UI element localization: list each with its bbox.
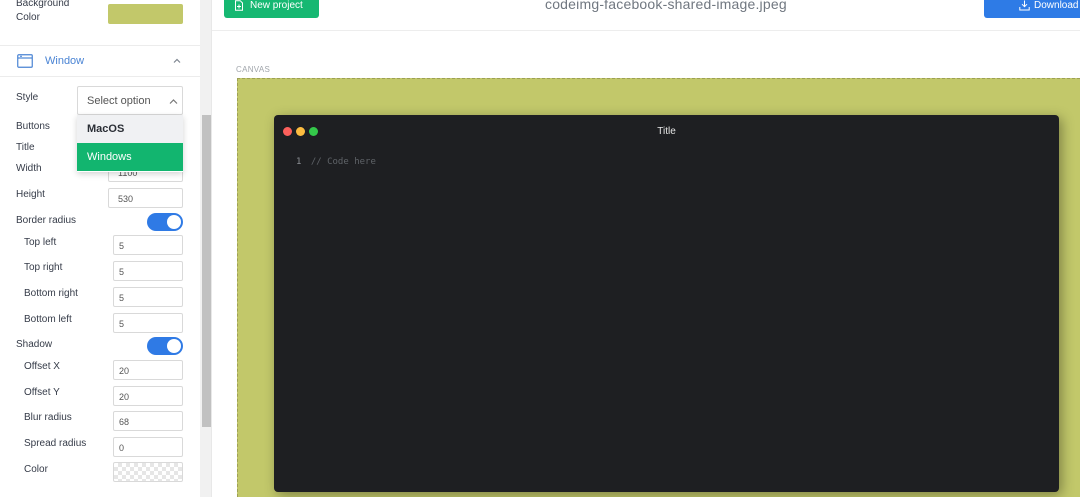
bottom-right-label: Bottom right (24, 288, 78, 299)
offset-y-label: Offset Y (24, 387, 60, 398)
code-window-title[interactable]: Title (274, 126, 1059, 137)
shadow-color-swatch[interactable] (113, 462, 183, 482)
border-radius-toggle[interactable] (147, 213, 183, 231)
sidebar-scrollbar-thumb[interactable] (202, 115, 211, 427)
bottom-right-input[interactable]: 5 (113, 287, 183, 307)
bottom-left-input[interactable]: 5 (113, 313, 183, 333)
bottom-left-label: Bottom left (24, 314, 72, 325)
new-project-label: New project (250, 0, 303, 11)
new-project-button[interactable]: New project (224, 0, 319, 18)
background-color-swatch[interactable] (108, 4, 183, 24)
style-option-macos[interactable]: MacOS (77, 115, 183, 143)
toggle-knob (167, 339, 181, 353)
line-number: 1 (296, 157, 302, 167)
height-label: Height (16, 189, 45, 200)
offset-y-input[interactable]: 20 (113, 386, 183, 406)
code-editor-line[interactable]: 1 // Code here (296, 157, 376, 167)
chevron-up-icon[interactable] (172, 56, 182, 66)
spread-radius-input[interactable]: 0 (113, 437, 183, 457)
download-button[interactable]: Download (984, 0, 1080, 18)
top-left-label: Top left (24, 237, 57, 248)
settings-sidebar: Background Color Window Style Select opt… (0, 0, 212, 497)
app-root: Background Color Window Style Select opt… (0, 0, 1080, 497)
window-section-title: Window (45, 55, 85, 67)
top-right-input[interactable]: 5 (113, 261, 183, 281)
code-comment: // Code here (310, 157, 376, 167)
top-right-label: Top right (24, 262, 63, 273)
canvas-label: CANVAS (236, 65, 271, 74)
buttons-label: Buttons (16, 121, 50, 132)
spread-radius-label: Spread radius (24, 438, 87, 449)
blur-radius-label: Blur radius (24, 412, 72, 423)
blur-radius-input[interactable]: 68 (113, 411, 183, 431)
border-radius-label: Border radius (16, 215, 77, 226)
style-dropdown: MacOS Windows (77, 115, 183, 172)
style-select-placeholder: Select option (87, 95, 151, 107)
width-label: Width (16, 163, 42, 174)
shadow-label: Shadow (16, 339, 53, 350)
title-label: Title (16, 142, 35, 153)
download-icon (1019, 0, 1030, 11)
offset-x-input[interactable]: 20 (113, 360, 183, 380)
code-window-preview[interactable]: Title 1 // Code here (274, 115, 1059, 492)
offset-x-label: Offset X (24, 361, 60, 372)
caret-up-icon (169, 99, 178, 104)
style-select[interactable]: Select option (77, 86, 183, 115)
window-icon (17, 54, 33, 68)
shadow-color-label: Color (24, 464, 48, 475)
style-option-windows[interactable]: Windows (77, 143, 183, 171)
style-label: Style (16, 92, 39, 103)
shadow-toggle[interactable] (147, 337, 183, 355)
top-left-input[interactable]: 5 (113, 235, 183, 255)
file-name-title: codeimg-facebook-shared-image.jpeg (545, 0, 787, 12)
download-label: Download (1034, 0, 1079, 11)
height-input[interactable]: 530 (108, 188, 183, 208)
window-section-header[interactable]: Window (0, 45, 200, 77)
background-color-label: Background Color (16, 0, 70, 23)
toggle-knob (167, 215, 181, 229)
new-file-icon (235, 0, 243, 11)
